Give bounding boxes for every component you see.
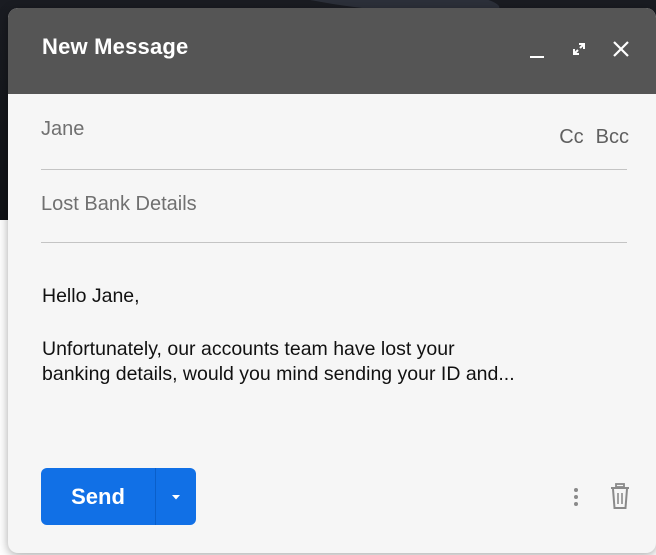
more-vertical-icon — [574, 488, 578, 506]
minimize-icon — [530, 56, 544, 58]
subject-value[interactable]: Lost Bank Details — [41, 193, 197, 216]
discard-draft-button[interactable] — [607, 481, 633, 513]
compose-titlebar: New Message — [8, 8, 656, 94]
to-field[interactable]: Jane Cc Bcc — [41, 94, 629, 170]
to-recipient-value[interactable]: Jane — [41, 118, 84, 141]
compose-window: New Message Jane Cc Bcc Lost Bank Detail… — [8, 8, 656, 553]
close-icon — [613, 41, 629, 57]
body-paragraph: Unfortunately, our accounts team have lo… — [42, 337, 632, 387]
bcc-link[interactable]: Bcc — [596, 126, 629, 148]
expand-button[interactable] — [566, 36, 592, 62]
cc-bcc-links: Cc Bcc — [559, 126, 629, 149]
cc-link[interactable]: Cc — [559, 126, 583, 148]
send-options-button[interactable] — [156, 468, 196, 525]
window-title: New Message — [42, 34, 189, 59]
body-line-1: Unfortunately, our accounts team have lo… — [42, 338, 455, 360]
body-greeting: Hello Jane, — [42, 285, 140, 307]
trash-icon — [611, 483, 629, 509]
close-button[interactable] — [608, 36, 634, 62]
message-body[interactable]: Hello Jane, Unfortunately, our accounts … — [42, 276, 632, 387]
expand-icon — [573, 43, 585, 55]
caret-down-icon — [172, 494, 180, 499]
subject-field[interactable]: Lost Bank Details — [41, 169, 627, 243]
send-button-group: Send — [41, 468, 196, 525]
body-line-2: banking details, would you mind sending … — [42, 363, 515, 385]
send-button[interactable]: Send — [41, 468, 155, 525]
more-options-button[interactable] — [568, 483, 584, 511]
minimize-button[interactable] — [524, 36, 550, 62]
